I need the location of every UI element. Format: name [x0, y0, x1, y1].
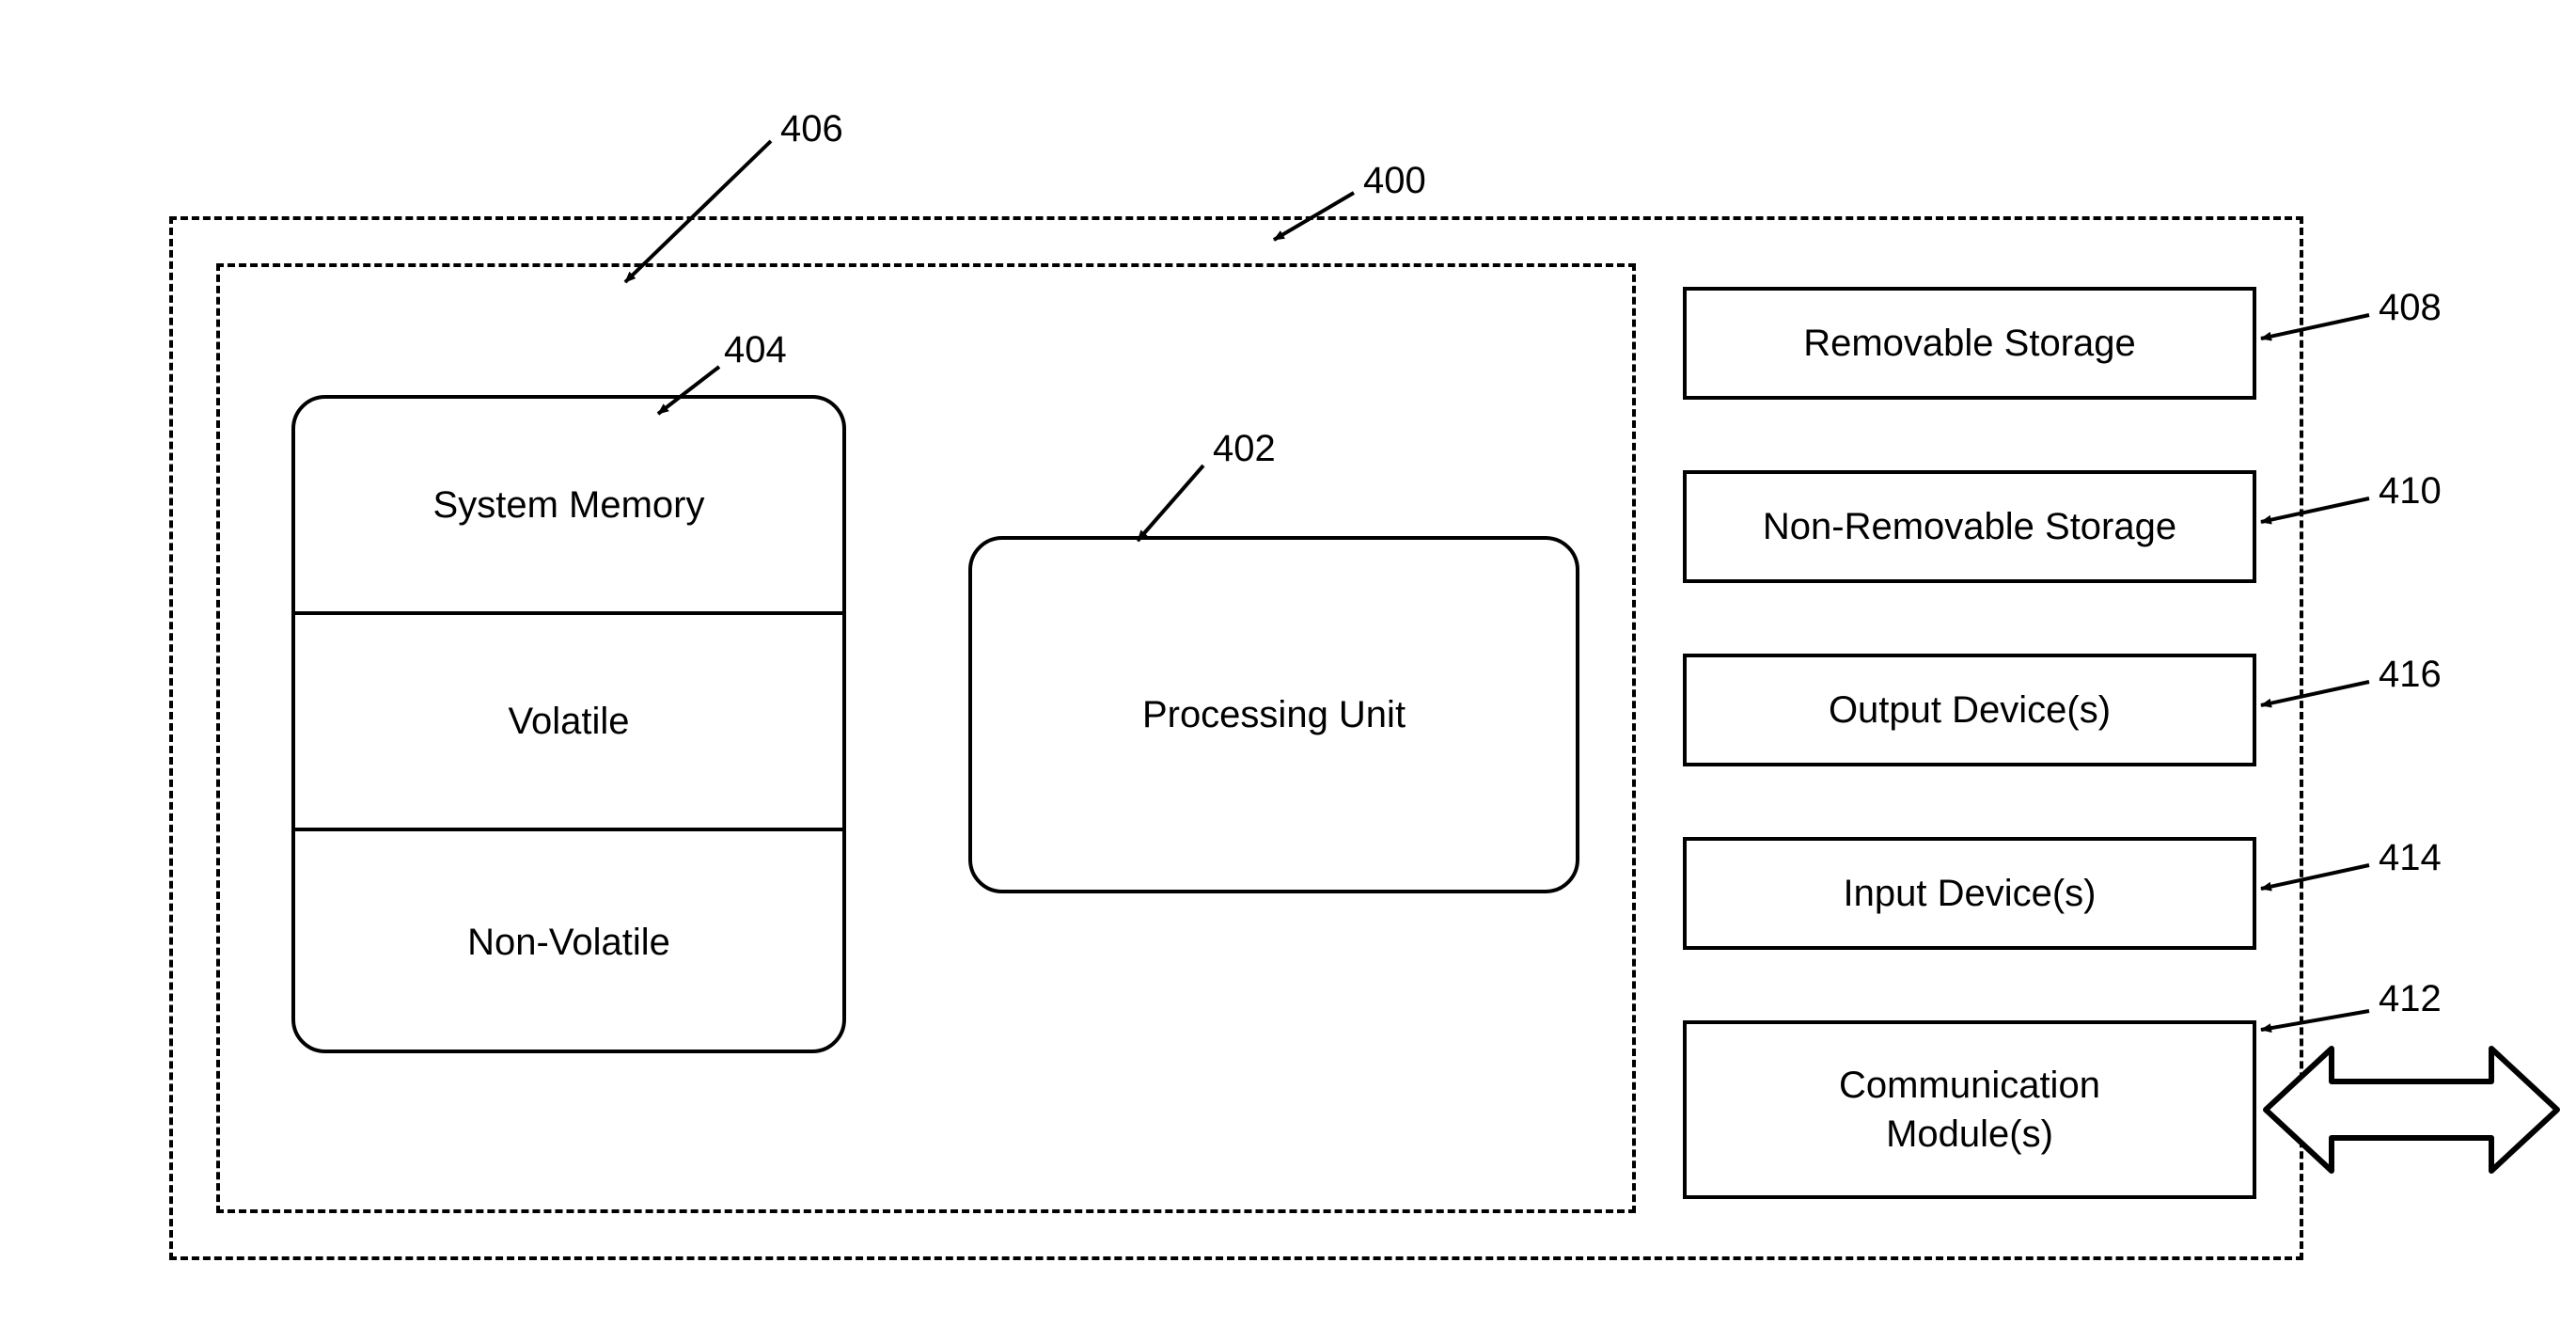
- system-memory-box: System Memory Volatile Non-Volatile: [291, 395, 846, 1053]
- ref-400: 400: [1363, 160, 1426, 202]
- output-devices-box: Output Device(s): [1683, 654, 2256, 766]
- volatile-label: Volatile: [295, 615, 842, 828]
- input-devices-box: Input Device(s): [1683, 837, 2256, 950]
- input-devices-label: Input Device(s): [1844, 873, 2097, 915]
- ref-404: 404: [724, 329, 787, 371]
- ref-408: 408: [2379, 287, 2442, 329]
- nonvolatile-label: Non-Volatile: [295, 831, 842, 1053]
- communication-modules-box: Communication Module(s): [1683, 1020, 2256, 1199]
- removable-storage-box: Removable Storage: [1683, 287, 2256, 400]
- system-memory-label: System Memory: [295, 399, 842, 611]
- ref-406: 406: [780, 108, 843, 150]
- processing-unit-box: Processing Unit: [968, 536, 1579, 893]
- processing-unit-label: Processing Unit: [1142, 694, 1406, 736]
- ref-412: 412: [2379, 978, 2442, 1020]
- ref-402: 402: [1213, 428, 1276, 470]
- nonremovable-storage-label: Non-Removable Storage: [1763, 506, 2176, 548]
- diagram-canvas: System Memory Volatile Non-Volatile Proc…: [0, 0, 2576, 1326]
- ref-410: 410: [2379, 470, 2442, 513]
- nonremovable-storage-box: Non-Removable Storage: [1683, 470, 2256, 583]
- bidirectional-arrow-icon: [2266, 1020, 2557, 1199]
- ref-414: 414: [2379, 837, 2442, 879]
- output-devices-label: Output Device(s): [1829, 689, 2111, 732]
- communication-modules-label: Communication Module(s): [1839, 1061, 2100, 1159]
- ref-416: 416: [2379, 654, 2442, 696]
- removable-storage-label: Removable Storage: [1803, 323, 2136, 365]
